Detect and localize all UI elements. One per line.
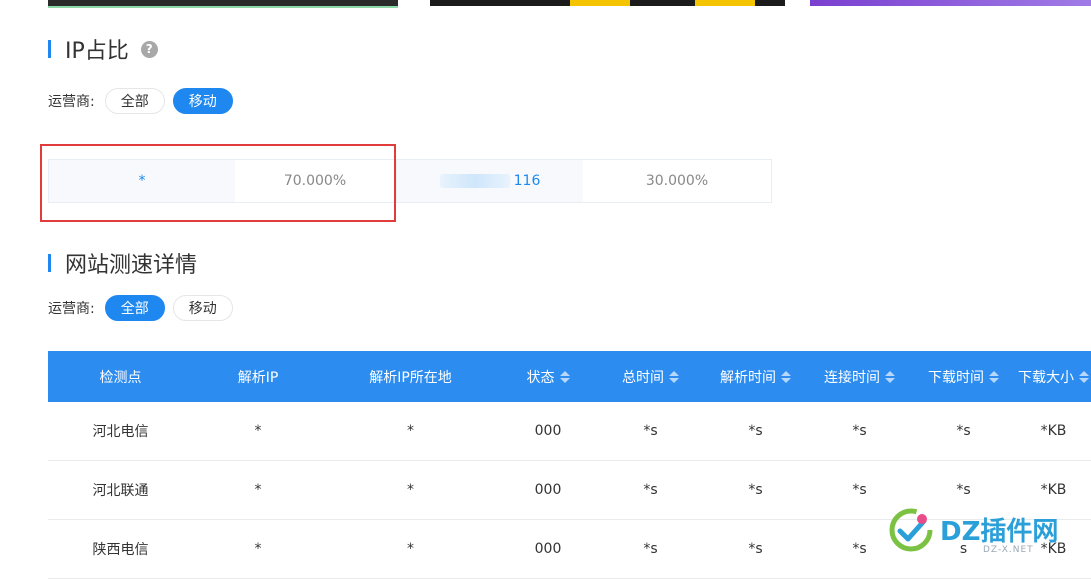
cell-total-time: *s [643,541,658,557]
ip-carrier-filter: 运营商: 全部 移动 [48,88,241,114]
banner-image-3[interactable] [810,0,1091,6]
cell-location: * [407,541,414,557]
ip-percent: 30.000% [645,173,709,189]
sort-icon[interactable] [989,370,999,383]
ip-share-section-title: IP占比 ? [48,33,158,65]
cell-dns-time: *s [748,482,763,498]
speed-carrier-filter: 运营商: 全部 移动 [48,295,241,321]
watermark-url: DZ-X.NET [983,545,1034,555]
column-header-status[interactable]: 状态 [498,367,598,387]
sort-icon[interactable] [559,370,570,383]
ip-address-suffix: 116 [513,173,541,189]
redacted-region [439,174,510,188]
cell-ip: * [254,482,262,498]
cell-download-size: *KB [1040,423,1067,439]
cell-connect-time: *s [852,423,867,439]
table-header: 检测点 解析IP 解析IP所在地 状态 总时间 解析时间 连接时间 下载时间 下… [48,351,1091,402]
column-header-connect-time[interactable]: 连接时间 [808,367,911,387]
column-header-total-time[interactable]: 总时间 [598,367,703,387]
sort-icon[interactable] [1079,370,1089,383]
cell-status: 000 [534,423,562,439]
filter-mobile-button[interactable]: 移动 [172,295,233,321]
carrier-label: 运营商: [48,301,95,317]
cell-ip: * [254,423,262,439]
sort-icon[interactable] [781,370,791,383]
column-header-download-size[interactable]: 下载大小 [1016,367,1091,387]
cell-location: * [407,482,414,498]
ip-share-item: 116 30.000% [396,159,772,203]
column-header-download-time[interactable]: 下载时间 [911,367,1016,387]
cell-status: 000 [534,541,562,557]
speed-title: 网站测速详情 [65,253,198,278]
banner-image-1[interactable] [48,0,398,8]
carrier-label: 运营商: [48,94,95,110]
filter-all-button[interactable]: 全部 [104,295,165,321]
cell-total-time: *s [643,482,658,498]
cell-dns-time: *s [748,423,763,439]
watermark-brand: DZ插件网 [940,517,1059,547]
cell-download-time: *s [956,423,971,439]
title-accent-bar [48,40,51,58]
ip-share-title: IP占比 [65,39,129,64]
cell-ip: * [254,541,262,557]
cell-node: 陕西电信 [92,542,149,558]
cell-connect-time: *s [852,482,867,498]
watermark-logo-icon [889,508,933,552]
cell-location: * [407,423,414,439]
cell-node: 河北联通 [92,483,149,499]
table-row: 河北电信 * * 000 *s *s *s *s *KB [48,402,1091,461]
cell-total-time: *s [643,423,658,439]
ip-share-item: * 70.000% [48,159,396,203]
column-header-ip: 解析IP [237,369,279,386]
speed-section-title: 网站测速详情 [48,247,197,279]
cell-node: 河北电信 [92,424,149,440]
ip-address[interactable]: * [49,160,235,202]
ip-percent: 70.000% [283,173,347,189]
sort-icon[interactable] [885,370,895,383]
cell-download-size: *KB [1040,482,1067,498]
filter-all-button[interactable]: 全部 [104,88,165,114]
cell-dns-time: *s [748,541,763,557]
ip-address[interactable]: 116 [397,160,583,202]
column-header-node: 检测点 [99,369,142,386]
cell-download-time: *s [956,482,971,498]
column-header-dns-time[interactable]: 解析时间 [703,367,808,387]
column-header-location: 解析IP所在地 [369,369,452,386]
site-watermark: DZ插件网 DZ-X.NET [888,505,1088,571]
cell-status: 000 [534,482,562,498]
ip-share-list: * 70.000% 116 30.000% [48,159,772,203]
question-circle-icon[interactable]: ? [140,40,158,58]
filter-mobile-button[interactable]: 移动 [172,88,233,114]
title-accent-bar [48,254,51,272]
banner-image-2[interactable] [430,0,785,6]
sort-icon[interactable] [669,370,679,383]
